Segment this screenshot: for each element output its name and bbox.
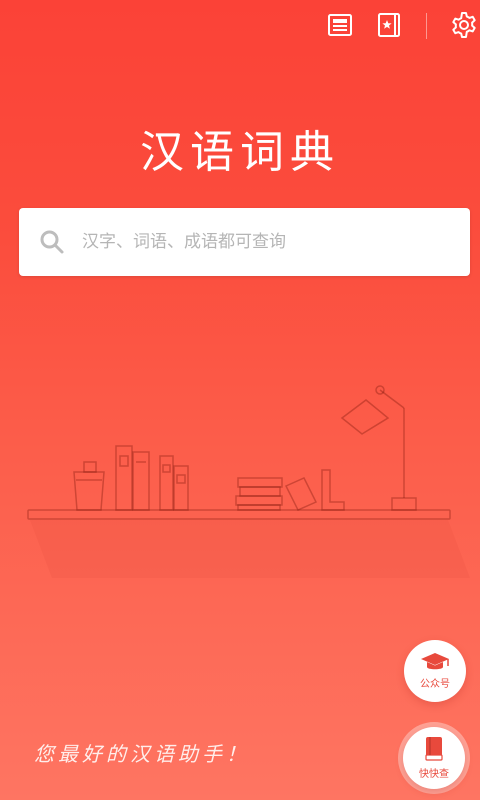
favorites-button[interactable] xyxy=(372,10,406,44)
news-icon xyxy=(327,12,353,42)
quick-lookup-label: 快快查 xyxy=(419,769,449,780)
search-icon xyxy=(37,227,67,257)
home-screen: 汉语词典 汉字、词语、成语都可查询 公众号 快快查 您最好的汉语助手！ xyxy=(0,0,480,800)
graduation-cap-icon xyxy=(419,651,451,677)
official-account-button[interactable]: 公众号 xyxy=(404,640,466,702)
bookmark-card-icon xyxy=(376,12,402,42)
settings-button[interactable] xyxy=(447,10,480,44)
app-title: 汉语词典 xyxy=(140,127,340,178)
book-icon xyxy=(422,735,446,767)
quick-lookup-button[interactable]: 快快查 xyxy=(403,727,465,789)
topbar-divider xyxy=(426,13,427,39)
search-bar[interactable] xyxy=(19,208,470,276)
news-button[interactable] xyxy=(323,10,357,44)
search-input[interactable] xyxy=(80,231,456,253)
official-account-label: 公众号 xyxy=(420,679,450,690)
bookshelf-illustration xyxy=(0,370,480,600)
slogan-text: 您最好的汉语助手！ xyxy=(34,742,250,766)
settings-gear-icon xyxy=(450,11,478,43)
